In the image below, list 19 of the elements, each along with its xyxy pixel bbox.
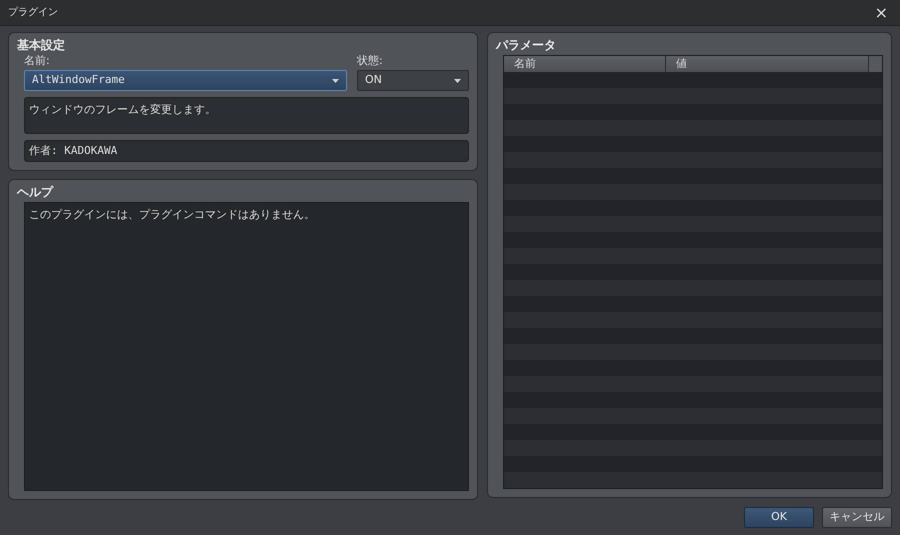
close-button[interactable]: × xyxy=(870,4,892,20)
name-dropdown[interactable]: AltWindowFrame xyxy=(24,70,347,91)
window-title: プラグイン xyxy=(8,6,58,20)
status-label: 状態: xyxy=(357,54,384,68)
panel-title: 基本設定 xyxy=(17,37,66,53)
column-header[interactable]: 値 xyxy=(666,56,869,72)
cancel-button[interactable]: キャンセル xyxy=(822,507,892,528)
panel-title: パラメータ xyxy=(496,37,557,53)
header-corner xyxy=(869,56,882,72)
description-box: ウィンドウのフレームを変更します。 xyxy=(24,97,469,134)
status-dropdown[interactable]: ON xyxy=(357,70,469,91)
caret-icon xyxy=(454,78,461,82)
caret-icon xyxy=(332,78,339,82)
ok-button[interactable]: OK xyxy=(744,507,814,528)
help-text-area: このプラグインには、プラグインコマンドはありません。 xyxy=(24,202,469,491)
name-label: 名前: xyxy=(24,54,51,68)
author-field: 作者: KADOKAWA xyxy=(24,140,469,162)
column-header[interactable]: 名前 xyxy=(504,56,666,72)
panel-title: ヘルプ xyxy=(17,184,54,200)
